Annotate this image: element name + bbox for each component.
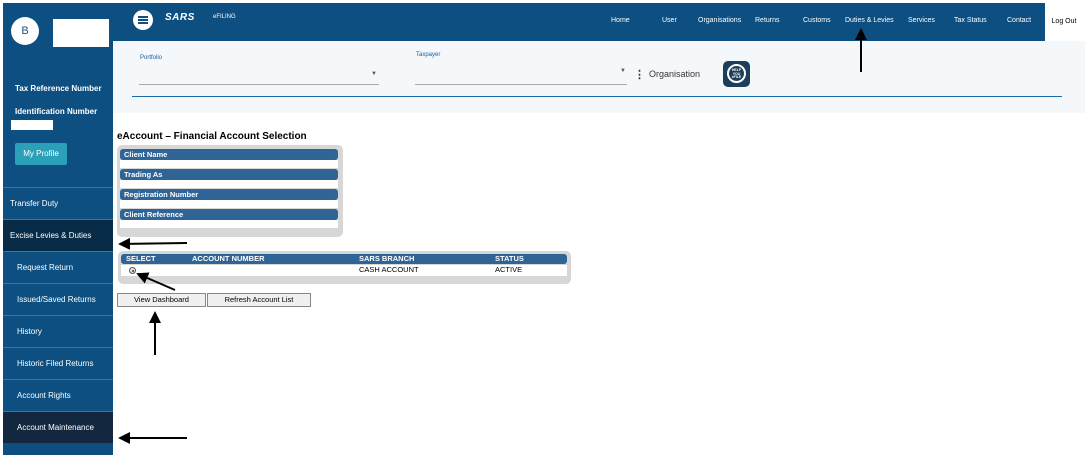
- nav-organisations[interactable]: Organisations: [698, 17, 741, 24]
- sidebar: B Tax Reference Number Identification Nu…: [3, 3, 113, 455]
- logout-button[interactable]: Log Out: [1045, 3, 1083, 41]
- identification-label: Identification Number: [15, 107, 98, 116]
- sidebar-item-history[interactable]: History: [3, 315, 113, 347]
- nav-contact[interactable]: Contact: [1007, 17, 1031, 24]
- divider: [132, 96, 1062, 97]
- portfolio-select[interactable]: [139, 84, 379, 85]
- sidebar-item-excise-levies-duties[interactable]: Excise Levies & Duties: [3, 219, 113, 251]
- tax-reference-label: Tax Reference Number: [15, 84, 102, 93]
- column-header-sars-branch: SARS BRANCH: [359, 254, 415, 263]
- registration-number-label: Registration Number: [120, 189, 338, 200]
- column-header-account-number: ACCOUNT NUMBER: [192, 254, 265, 263]
- sidebar-item-historic-filed-returns[interactable]: Historic Filed Returns: [3, 347, 113, 379]
- efiling-logo: eFILING: [213, 14, 236, 20]
- sidebar-profile-area: B Tax Reference Number Identification Nu…: [3, 3, 113, 187]
- column-header-select: SELECT: [126, 254, 156, 263]
- refresh-account-list-button[interactable]: Refresh Account List: [207, 293, 311, 307]
- client-name-value: [120, 160, 338, 168]
- nav-services[interactable]: Services: [908, 17, 935, 24]
- sidebar-item-account-maintenance[interactable]: Account Maintenance: [3, 411, 113, 443]
- sars-branch-cell: CASH ACCOUNT: [359, 265, 419, 274]
- top-navigation-bar: SARS eFILING Home User Organisations Ret…: [113, 3, 1083, 41]
- avatar[interactable]: B: [11, 17, 39, 45]
- taxpayer-dropdown-icon[interactable]: ▼: [620, 68, 626, 74]
- column-header-status: STATUS: [495, 254, 524, 263]
- arrow-excise-levies: [118, 237, 188, 250]
- client-reference-label: Client Reference: [120, 209, 338, 220]
- redacted-user-name: [53, 19, 109, 47]
- registration-number-value: [120, 200, 338, 208]
- client-reference-value: [120, 220, 338, 228]
- filter-bar: Portfolio ▼ Taxpayer ▼ ⋮ Organisation HE…: [113, 41, 1085, 113]
- nav-user[interactable]: User: [662, 17, 677, 24]
- nav-tax-status[interactable]: Tax Status: [954, 17, 987, 24]
- client-name-label: Client Name: [120, 149, 338, 160]
- more-options-icon[interactable]: ⋮: [634, 68, 645, 81]
- nav-home[interactable]: Home: [611, 17, 630, 24]
- portfolio-label: Portfolio: [140, 55, 163, 61]
- table-row: CASH ACCOUNT ACTIVE: [121, 265, 567, 276]
- sidebar-item-account-rights[interactable]: Account Rights: [3, 379, 113, 411]
- sars-logo[interactable]: SARS: [165, 12, 195, 23]
- sidebar-item-transfer-duty[interactable]: Transfer Duty: [3, 187, 113, 219]
- taxpayer-select[interactable]: [415, 84, 627, 85]
- sidebar-item-request-return[interactable]: Request Return: [3, 251, 113, 283]
- sidebar-item-issued-saved-returns[interactable]: Issued/Saved Returns: [3, 283, 113, 315]
- account-select-radio[interactable]: [129, 267, 136, 274]
- table-header: SELECT ACCOUNT NUMBER SARS BRANCH STATUS: [121, 254, 567, 264]
- client-details-panel: Client Name Trading As Registration Numb…: [117, 145, 343, 237]
- nav-customs[interactable]: Customs: [803, 17, 831, 24]
- help-icon-text: HELP YOU eFILE: [727, 64, 746, 83]
- taxpayer-label: Taxpayer: [416, 52, 441, 58]
- account-selection-table: SELECT ACCOUNT NUMBER SARS BRANCH STATUS…: [118, 251, 571, 284]
- portfolio-dropdown-icon[interactable]: ▼: [371, 71, 377, 77]
- page: B Tax Reference Number Identification Nu…: [0, 0, 1085, 455]
- nav-returns[interactable]: Returns: [755, 17, 780, 24]
- organisation-label: Organisation: [649, 69, 701, 79]
- redacted-id-number: [11, 120, 53, 130]
- my-profile-button[interactable]: My Profile: [15, 143, 67, 165]
- trading-as-value: [120, 180, 338, 188]
- status-cell: ACTIVE: [495, 265, 523, 274]
- view-dashboard-button[interactable]: View Dashboard: [117, 293, 206, 307]
- nav-duties-levies[interactable]: Duties & Levies: [845, 17, 894, 24]
- hamburger-menu-icon[interactable]: [133, 10, 153, 30]
- page-title: eAccount – Financial Account Selection: [117, 131, 307, 142]
- help-you-efile-icon[interactable]: HELP YOU eFILE: [723, 61, 750, 87]
- trading-as-label: Trading As: [120, 169, 338, 180]
